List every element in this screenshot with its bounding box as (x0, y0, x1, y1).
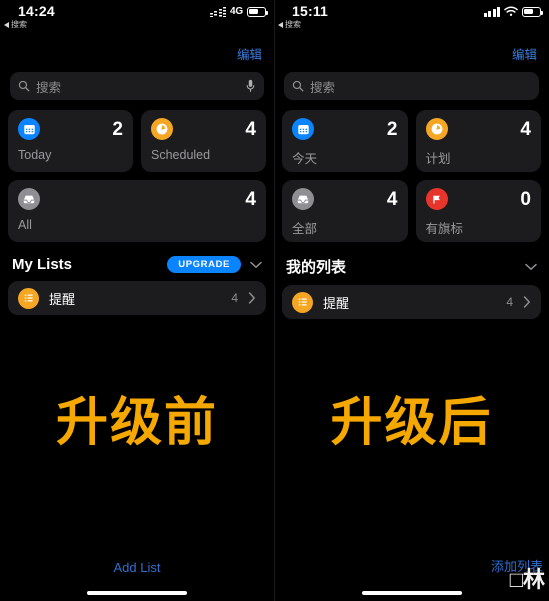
panel-divider (274, 0, 275, 601)
back-label-text: 搜索 (285, 20, 301, 29)
card-count: 4 (245, 118, 256, 140)
calendar-icon (18, 118, 40, 140)
home-indicator (361, 591, 462, 595)
left-panel-before-upgrade: 14:24 搜索 4G 编辑 搜索 2 Today 4 Scheduled 4 … (0, 0, 274, 601)
status-back-label[interactable]: 搜索 (4, 19, 27, 30)
list-item[interactable]: 提醒 4 (8, 281, 266, 315)
chevron-right-icon (523, 296, 531, 308)
card-top: 0 (425, 188, 531, 210)
card-count: 4 (386, 188, 398, 210)
list-item-name: 提醒 (49, 291, 76, 307)
edit-button[interactable]: 编辑 (512, 44, 537, 63)
search-area: 搜索 (274, 66, 549, 100)
my-lists-title: My Lists (12, 256, 73, 273)
my-lists-title: 我的列表 (286, 259, 347, 276)
smart-lists-grid: 2 Today 4 Scheduled 4 All (0, 100, 274, 242)
card-top: 2 (18, 118, 123, 140)
status-back-label[interactable]: 搜索 (278, 19, 301, 30)
smart-card-all[interactable]: 4 全部 (282, 180, 408, 242)
chevron-down-icon[interactable] (249, 258, 262, 271)
my-lists-header: My Lists UPGRADE (0, 242, 274, 273)
smart-card-flagged[interactable]: 0 有旗标 (415, 180, 541, 242)
search-icon (18, 80, 30, 92)
card-count: 2 (112, 118, 123, 140)
caption-after-upgrade: 升级后 (330, 394, 493, 452)
card-label: 全部 (292, 222, 318, 236)
battery-icon (522, 6, 544, 17)
status-bar: 15:11 搜索 (274, 0, 549, 44)
search-input[interactable]: 搜索 (284, 72, 539, 100)
card-label: Today (18, 148, 52, 162)
status-time: 15:11 (292, 3, 329, 19)
upgrade-button[interactable]: UPGRADE (167, 256, 241, 273)
search-placeholder: 搜索 (36, 80, 62, 95)
search-placeholder: 搜索 (310, 80, 336, 95)
battery-icon (247, 6, 269, 17)
smart-card-today[interactable]: 2 Today (8, 110, 133, 172)
list-item-count: 4 (506, 295, 513, 309)
calendar-icon (292, 118, 314, 140)
list-item[interactable]: 提醒 4 (282, 285, 541, 319)
comparison-screenshot: 14:24 搜索 4G 编辑 搜索 2 Today 4 Scheduled 4 … (0, 0, 549, 601)
chevron-right-icon (248, 292, 256, 304)
card-label: All (18, 218, 32, 232)
card-top: 4 (151, 118, 256, 140)
edit-button[interactable]: 编辑 (237, 44, 262, 63)
search-area: 搜索 (0, 66, 274, 100)
network-type-label: 4G (230, 6, 243, 17)
signal-bars-icon (483, 6, 500, 17)
clock-icon (151, 118, 173, 140)
card-top: 4 (292, 188, 398, 210)
card-count: 2 (386, 118, 398, 140)
my-lists-header: 我的列表 (274, 242, 549, 277)
home-indicator (87, 591, 187, 595)
edit-row: 编辑 (274, 44, 549, 66)
add-list-button[interactable]: 添加列表 (491, 556, 543, 575)
back-triangle-icon (4, 21, 9, 28)
card-count: 0 (520, 188, 531, 210)
card-top: 4 (18, 188, 256, 210)
inbox-icon (292, 188, 314, 210)
smart-card-today[interactable]: 2 今天 (282, 110, 408, 172)
flag-icon (425, 188, 448, 210)
card-label: 有旗标 (425, 222, 464, 236)
card-count: 4 (520, 118, 531, 140)
card-top: 4 (425, 118, 531, 140)
my-lists-group: 提醒 4 (8, 281, 266, 315)
my-lists-group: 提醒 4 (282, 285, 541, 319)
smart-card-scheduled[interactable]: 4 Scheduled (141, 110, 266, 172)
smart-lists-grid: 2 今天 4 计划 4 全部 0 有旗标 (274, 100, 549, 242)
chevron-down-icon[interactable] (524, 260, 537, 273)
search-input[interactable]: 搜索 (10, 72, 264, 100)
caption-before-upgrade: 升级前 (55, 394, 218, 452)
list-bullet-icon (292, 291, 313, 313)
list-item-count: 4 (231, 291, 238, 305)
status-bar: 14:24 搜索 4G (0, 0, 274, 44)
smart-card-scheduled[interactable]: 4 计划 (415, 110, 541, 172)
card-label: Scheduled (151, 148, 211, 162)
smart-card-all[interactable]: 4 All (8, 180, 266, 242)
search-icon (292, 80, 304, 92)
microphone-icon[interactable] (245, 79, 256, 93)
back-triangle-icon (278, 21, 283, 28)
inbox-icon (18, 188, 40, 210)
card-count: 4 (245, 188, 256, 210)
list-item-name: 提醒 (323, 295, 350, 311)
list-bullet-icon (18, 287, 39, 309)
status-indicators (483, 6, 544, 17)
card-label: 今天 (292, 152, 318, 166)
wifi-icon (504, 6, 518, 17)
add-list-button[interactable]: Add List (0, 560, 274, 575)
clock-icon (425, 118, 448, 140)
back-label-text: 搜索 (11, 20, 27, 29)
card-label: 计划 (425, 152, 451, 166)
status-time: 14:24 (18, 3, 55, 19)
signal-bars-dotted-icon (209, 6, 227, 17)
card-top: 2 (292, 118, 398, 140)
edit-row: 编辑 (0, 44, 274, 66)
right-panel-after-upgrade: 15:11 搜索 编辑 搜索 2 今天 4 计划 4 全部 0 有旗标 我的列表… (274, 0, 549, 601)
status-indicators: 4G (209, 6, 269, 17)
